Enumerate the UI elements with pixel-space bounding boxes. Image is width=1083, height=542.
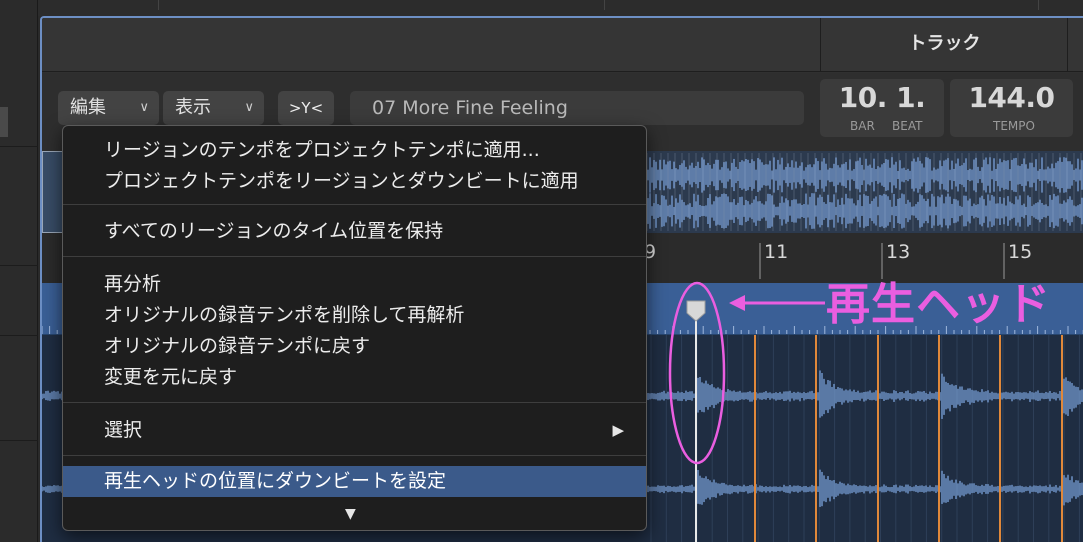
header-divider [820,18,821,72]
chevron-down-icon: ∨ [244,100,254,115]
edit-menu-button[interactable]: 編集 ∨ [58,91,159,125]
chevron-right-icon: ▶ [612,421,624,439]
menu-item-keep-positions[interactable]: すべてのリージョンのタイム位置を保持 [63,216,646,247]
menu-item-label: オリジナルの録音テンポに戻す [104,335,371,357]
menu-item-label: 変更を元に戻す [104,366,238,388]
left-divider [0,335,38,336]
menu-item-label: すべてのリージョンのタイム位置を保持 [104,220,444,242]
logic-window: トラック 編集 ∨ 表示 ∨ >Y< 07 More Fine Feeling … [0,0,1083,542]
edit-context-menu: リージョンのテンポをプロジェクトテンポに適用... プロジェクトテンポをリージョ… [62,125,647,531]
menu-item-label: 再分析 [104,273,162,295]
catch-icon: >Y< [288,99,324,117]
menu-separator [63,402,646,403]
track-tab[interactable]: トラック [822,18,1067,72]
annotation-label: 再生ヘッド [826,279,1051,330]
left-divider [0,146,38,147]
menu-separator [63,256,646,257]
catch-playhead-button[interactable]: >Y< [278,91,334,125]
left-divider [0,440,38,441]
top-separator [604,0,605,10]
menu-item-reanalyze[interactable]: 再分析 [63,269,646,300]
annotation-arrow-icon [729,295,825,311]
top-strip [38,0,1083,16]
menu-item-apply-region-tempo[interactable]: リージョンのテンポをプロジェクトテンポに適用... [63,135,646,166]
menu-item-revert-original-tempo[interactable]: オリジナルの録音テンポに戻す [63,331,646,362]
top-separator [1038,0,1039,10]
menu-item-label: オリジナルの録音テンポを削除して再解析 [104,304,465,326]
chevron-down-icon: ∨ [139,100,149,115]
bar-label: BAR [850,119,875,133]
ruler-label: 15 [1008,241,1033,263]
menu-item-apply-project-tempo[interactable]: プロジェクトテンポをリージョンとダウンビートに適用 [63,166,646,197]
ruler-label: 13 [886,241,911,263]
triangle-down-icon[interactable]: ▼ [345,506,356,522]
view-menu-button[interactable]: 表示 ∨ [163,91,264,125]
left-inspector-strip [0,0,38,542]
left-divider [0,265,38,266]
overview-visible-area[interactable] [42,151,64,233]
annotation-ellipse [668,281,726,465]
header-divider [1067,18,1068,72]
tempo-display[interactable]: 144.0 TEMPO [950,79,1073,137]
menu-item-set-downbeat[interactable]: 再生ヘッドの位置にダウンビートを設定 [63,466,646,497]
position-value: 10. 1. [838,81,926,114]
menu-separator [63,455,646,456]
menu-item-label: リージョンのテンポをプロジェクトテンポに適用... [104,139,540,161]
inspector-tab[interactable] [0,107,8,137]
region-name-field[interactable]: 07 More Fine Feeling [350,91,804,125]
menu-item-label: 再生ヘッドの位置にダウンビートを設定 [104,470,447,492]
tempo-value: 144.0 [968,81,1055,114]
menu-item-label: プロジェクトテンポをリージョンとダウンビートに適用 [104,170,579,192]
top-separator [158,0,159,10]
ruler-label: 11 [764,241,789,263]
edit-menu-label: 編集 [70,97,106,118]
menu-item-remove-original-tempo[interactable]: オリジナルの録音テンポを削除して再解析 [63,300,646,331]
menu-item-undo-changes[interactable]: 変更を元に戻す [63,362,646,393]
tempo-label: TEMPO [993,119,1035,133]
panel-header: トラック [42,18,1083,72]
beat-label: BEAT [892,119,923,133]
menu-separator [63,204,646,205]
menu-item-select[interactable]: 選択 ▶ [63,415,646,446]
position-display[interactable]: 10. 1. BAR BEAT [820,79,944,137]
view-menu-label: 表示 [175,97,211,118]
menu-item-label: 選択 [104,419,143,441]
